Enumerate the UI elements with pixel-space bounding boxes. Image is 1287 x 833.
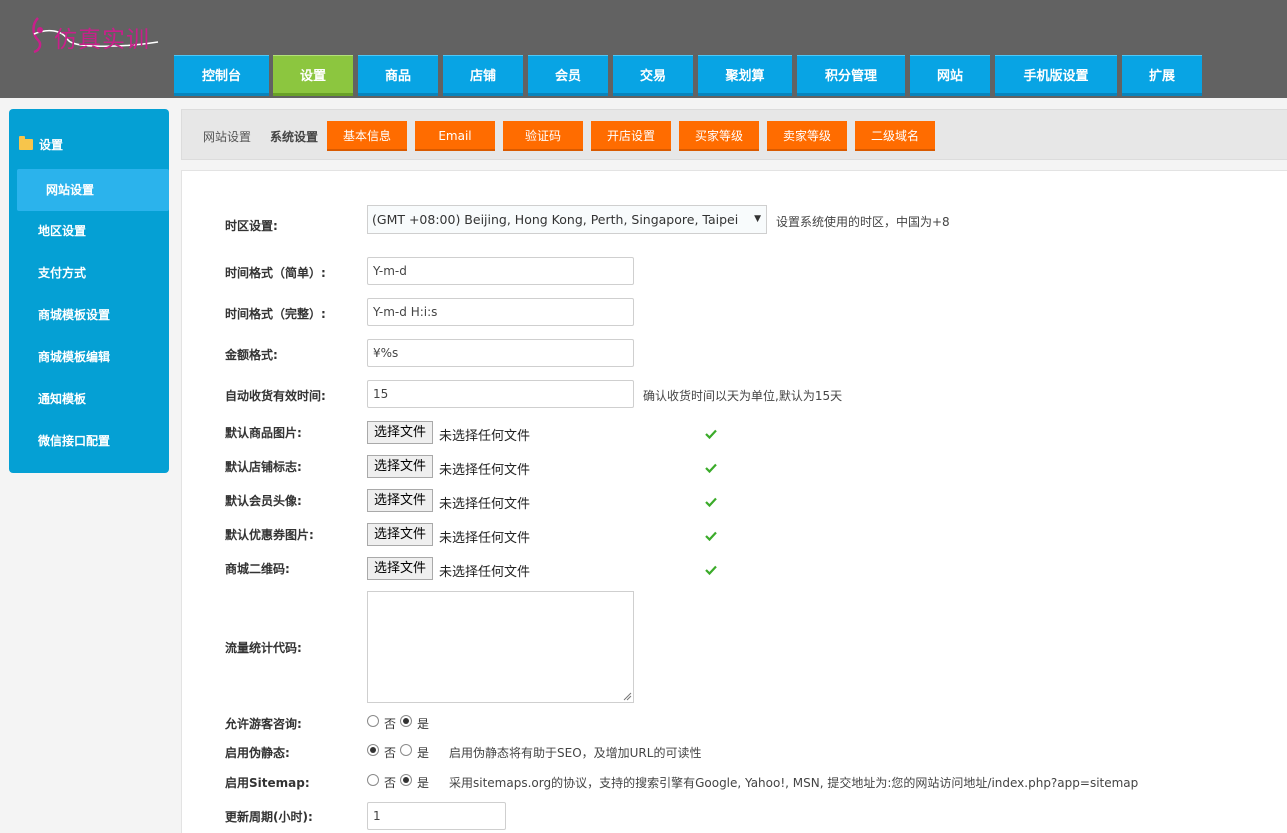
date-simple-input[interactable]: Y-m-d <box>367 257 634 285</box>
nav-extend[interactable]: 扩展 <box>1122 55 1202 96</box>
rewrite-no-radio[interactable] <box>367 744 379 756</box>
sitemap-hint: 采用sitemaps.org的协议，支持的搜索引擎有Google, Yahoo!… <box>449 776 1139 790</box>
nav-groupbuy[interactable]: 聚划算 <box>698 55 792 96</box>
store-logo-file-status: 未选择任何文件 <box>439 463 531 478</box>
sitemap-no-label: 否 <box>384 776 397 790</box>
guest-consult-label: 允许游客咨询: <box>225 717 302 731</box>
tab-buyer-level[interactable]: 买家等级 <box>679 121 759 151</box>
date-simple-label: 时间格式（简单）: <box>225 266 326 280</box>
timezone-hint: 设置系统使用的时区，中国为+8 <box>776 215 950 229</box>
date-full-input[interactable]: Y-m-d H:i:s <box>367 298 634 326</box>
rewrite-yes-radio[interactable] <box>400 744 412 756</box>
nav-trade[interactable]: 交易 <box>613 55 693 96</box>
sitemap-no-radio[interactable] <box>367 774 379 786</box>
auto-receive-label: 自动收货有效时间: <box>225 389 326 403</box>
sitemap-yes-label: 是 <box>417 776 430 790</box>
tab-email[interactable]: Email <box>415 121 495 151</box>
money-format-label: 金额格式: <box>225 348 278 362</box>
update-cycle-label: 更新周期(小时): <box>225 810 313 824</box>
tab-captcha[interactable]: 验证码 <box>503 121 583 151</box>
stats-code-label: 流量统计代码: <box>225 641 302 655</box>
tab-seller-level[interactable]: 卖家等级 <box>767 121 847 151</box>
nav-goods[interactable]: 商品 <box>358 55 438 96</box>
coupon-image-file-button[interactable]: 选择文件 <box>367 523 434 546</box>
rewrite-yes-label: 是 <box>417 746 430 760</box>
rewrite-no-label: 否 <box>384 746 397 760</box>
tab-open-store[interactable]: 开店设置 <box>591 121 671 151</box>
guest-consult-yes-label: 是 <box>417 717 430 731</box>
sitemap-label: 启用Sitemap: <box>225 776 310 790</box>
goods-image-file-status: 未选择任何文件 <box>439 429 531 444</box>
timezone-select[interactable]: (GMT +08:00) Beijing, Hong Kong, Perth, … <box>367 205 767 234</box>
goods-image-file-button[interactable]: 选择文件 <box>367 421 434 444</box>
qrcode-label: 商城二维码: <box>225 562 290 576</box>
guest-consult-no-radio[interactable] <box>367 715 379 727</box>
rewrite-hint: 启用伪静态将有助于SEO，及增加URL的可读性 <box>449 746 702 760</box>
chevron-down-icon: ▼ <box>754 214 761 224</box>
default-goods-image-label: 默认商品图片: <box>225 426 302 440</box>
coupon-image-file-status: 未选择任何文件 <box>439 531 531 546</box>
rewrite-label: 启用伪静态: <box>225 746 290 760</box>
check-icon <box>705 463 717 474</box>
sidebar-item-payment[interactable]: 支付方式 <box>17 252 169 294</box>
store-logo-file-button[interactable]: 选择文件 <box>367 455 434 478</box>
sidebar-title-label: 设置 <box>39 138 64 152</box>
tab-subdomain[interactable]: 二级域名 <box>855 121 935 151</box>
guest-consult-no-label: 否 <box>384 717 397 731</box>
nav-member[interactable]: 会员 <box>528 55 608 96</box>
sidebar-item-template-edit[interactable]: 商城模板编辑 <box>17 336 169 378</box>
nav-website[interactable]: 网站 <box>910 55 990 96</box>
avatar-file-button[interactable]: 选择文件 <box>367 489 434 512</box>
sidebar-item-site-settings[interactable]: 网站设置 <box>17 169 169 211</box>
check-icon <box>705 429 717 440</box>
update-cycle-input[interactable]: 1 <box>367 802 506 830</box>
qrcode-file-status: 未选择任何文件 <box>439 565 531 580</box>
breadcrumb-site-settings[interactable]: 网站设置 <box>203 128 251 145</box>
nav-dashboard[interactable]: 控制台 <box>174 55 269 96</box>
check-icon <box>705 497 717 508</box>
breadcrumb-system-settings: 系统设置 <box>270 130 319 144</box>
sidebar-item-notify-template[interactable]: 通知模板 <box>17 378 169 420</box>
sidebar-item-wechat[interactable]: 微信接口配置 <box>17 420 169 462</box>
sidebar-item-template-settings[interactable]: 商城模板设置 <box>17 294 169 336</box>
timezone-label: 时区设置: <box>225 219 278 233</box>
stats-code-textarea[interactable] <box>367 591 634 703</box>
sub-nav: 网站设置 系统设置 基本信息 Email 验证码 开店设置 买家等级 卖家等级 … <box>181 109 1287 160</box>
check-icon <box>705 565 717 576</box>
sidebar-title[interactable]: 设置 <box>19 136 63 153</box>
sitemap-yes-radio[interactable] <box>400 774 412 786</box>
default-coupon-image-label: 默认优惠券图片: <box>225 528 314 542</box>
folder-icon <box>19 136 33 150</box>
default-avatar-label: 默认会员头像: <box>225 494 302 508</box>
money-format-input[interactable]: ¥%s <box>367 339 634 367</box>
resize-grip-icon[interactable] <box>623 692 632 701</box>
sidebar: 设置 网站设置 地区设置 支付方式 商城模板设置 商城模板编辑 通知模板 微信接… <box>9 109 169 473</box>
settings-form: 时区设置: (GMT +08:00) Beijing, Hong Kong, P… <box>181 170 1287 833</box>
sidebar-item-region[interactable]: 地区设置 <box>17 210 169 252</box>
date-full-label: 时间格式（完整）: <box>225 307 326 321</box>
timezone-value: (GMT +08:00) Beijing, Hong Kong, Perth, … <box>372 212 739 227</box>
nav-settings[interactable]: 设置 <box>273 55 353 96</box>
qrcode-file-button[interactable]: 选择文件 <box>367 557 434 580</box>
nav-points[interactable]: 积分管理 <box>797 55 905 96</box>
auto-receive-hint: 确认收货时间以天为单位,默认为15天 <box>643 389 843 403</box>
guest-consult-yes-radio[interactable] <box>400 715 412 727</box>
nav-store[interactable]: 店铺 <box>443 55 523 96</box>
auto-receive-input[interactable]: 15 <box>367 380 634 408</box>
check-icon <box>705 531 717 542</box>
avatar-file-status: 未选择任何文件 <box>439 497 531 512</box>
nav-mobile[interactable]: 手机版设置 <box>995 55 1117 96</box>
default-store-logo-label: 默认店铺标志: <box>225 460 302 474</box>
logo[interactable]: 仿真实训 <box>28 12 168 56</box>
tab-basic-info[interactable]: 基本信息 <box>327 121 407 151</box>
top-header: 仿真实训 控制台 设置 商品 店铺 会员 交易 聚划算 积分管理 网站 手机版设… <box>0 0 1287 98</box>
logo-text: 仿真实训 <box>54 27 150 53</box>
